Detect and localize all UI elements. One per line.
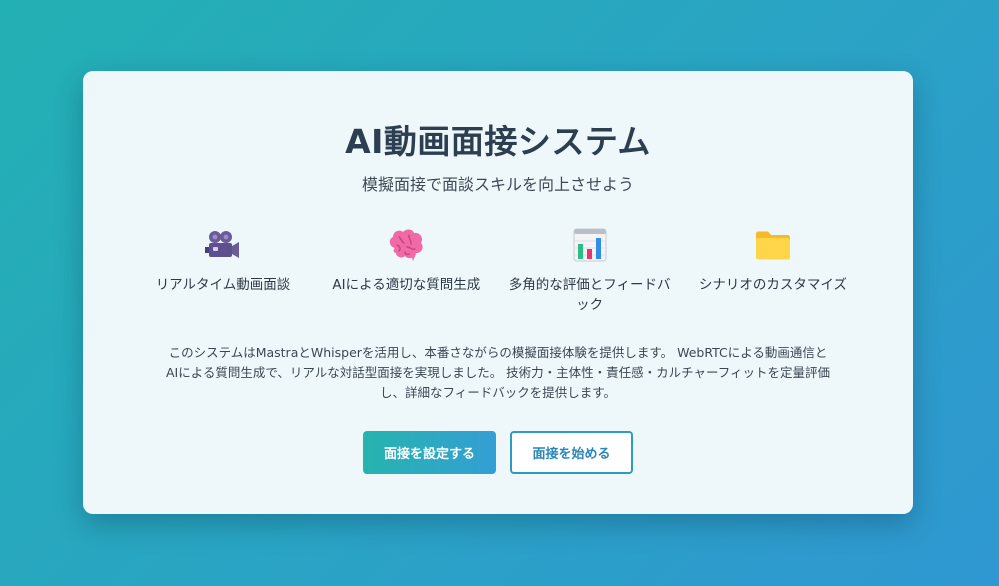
intro-card: AI動画面接システム 模擬面接で面談スキルを向上させよう リアルタイム動画面談: [83, 71, 913, 514]
feature-label-video: リアルタイム動画面談: [155, 277, 291, 293]
feature-item-video: リアルタイム動画面談: [133, 225, 313, 315]
movie-camera-icon: [203, 225, 243, 265]
feature-list: リアルタイム動画面談 AIによる適切な質問生成 多角的な評価とフィードバック シ…: [133, 225, 863, 315]
feature-item-evaluation: 多角的な評価とフィードバック: [500, 225, 680, 315]
feature-item-ai-questions: AIによる適切な質問生成: [316, 225, 496, 315]
feature-label-ai-questions: AIによる適切な質問生成: [332, 277, 481, 293]
configure-interview-button[interactable]: 面接を設定する: [363, 431, 496, 474]
feature-item-scenario: シナリオのカスタマイズ: [683, 225, 863, 315]
feature-label-evaluation: 多角的な評価とフィードバック: [508, 277, 671, 313]
folder-icon: [753, 225, 793, 265]
bar-chart-icon: [570, 225, 610, 265]
page-subtitle: 模擬面接で面談スキルを向上させよう: [361, 175, 634, 194]
system-description: このシステムはMastraとWhisperを活用し、本番さながらの模擬面接体験を…: [165, 345, 831, 400]
brain-icon: [386, 225, 426, 265]
action-buttons: 面接を設定する 面接を始める: [83, 431, 913, 474]
feature-label-scenario: シナリオのカスタマイズ: [698, 277, 848, 293]
start-interview-button[interactable]: 面接を始める: [510, 431, 633, 474]
page-title: AI動画面接システム: [345, 122, 651, 161]
